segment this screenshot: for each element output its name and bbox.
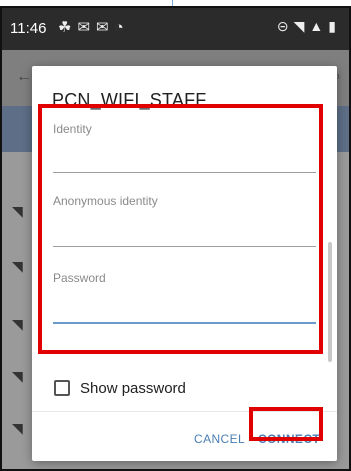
system-icons: ⊝◥▲▮ [277, 18, 341, 35]
status-time: 11:46 [10, 20, 47, 37]
notification-app-icon: ☘ [58, 19, 78, 36]
wifi-question-icon: ◔ [114, 19, 130, 36]
status-bar: 11:46 ☘✉✉◔ ⊝◥▲▮ [2, 8, 349, 50]
mail-icon: ✉ [96, 19, 115, 36]
connect-highlight-box [249, 407, 323, 441]
show-password-label[interactable]: Show password [80, 380, 186, 397]
mail-icon: ✉ [77, 19, 97, 36]
cancel-button[interactable]: CANCEL [194, 432, 245, 446]
lte-signal-icon: ▲ [309, 18, 329, 34]
back-arrow-icon: ← [16, 68, 32, 85]
notification-icons: ☘✉✉◔ [58, 18, 130, 36]
battery-icon: ▮ [328, 18, 341, 34]
fields-highlight-box [38, 104, 323, 354]
show-password-checkbox[interactable] [54, 380, 70, 396]
wifi-icon: ◥ [12, 203, 23, 219]
wifi-icon: ◥ [12, 368, 23, 384]
do-not-disturb-icon: ⊝ [276, 18, 294, 34]
wifi-icon: ◥ [12, 258, 23, 274]
wifi-icon: ◥ [293, 18, 310, 34]
wifi-icon: ◥ [12, 420, 23, 436]
dialog-scrollbar[interactable] [328, 242, 332, 362]
wifi-icon: ◥ [12, 316, 23, 332]
